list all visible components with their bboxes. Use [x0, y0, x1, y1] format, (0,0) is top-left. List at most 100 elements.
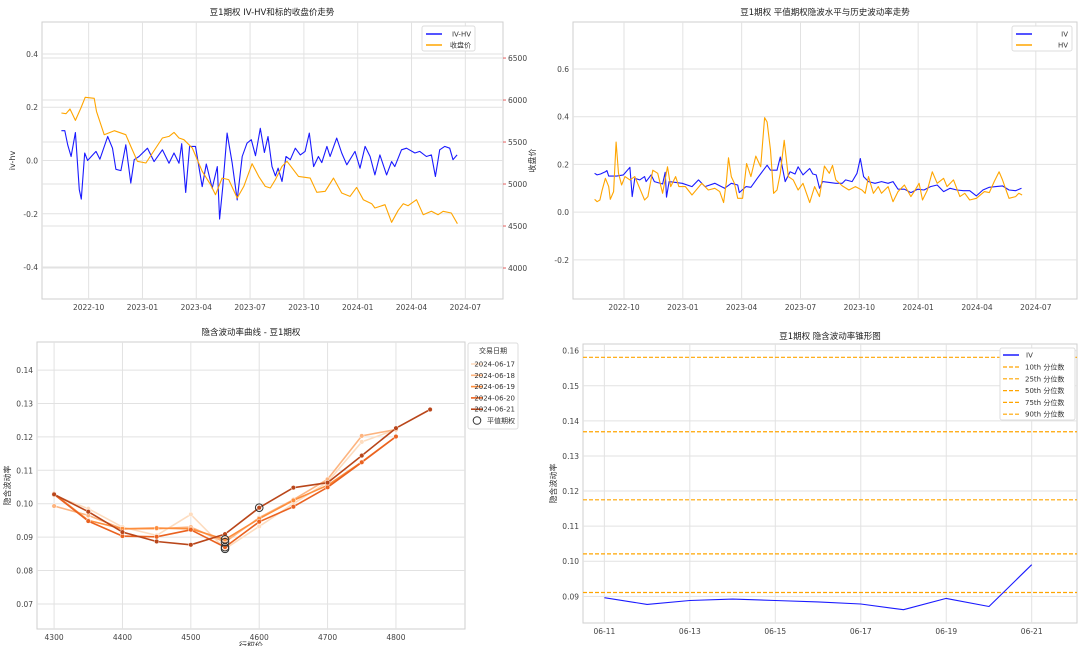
data-point — [427, 406, 433, 413]
x-tick-label: 2022-10 — [608, 303, 640, 312]
data-point — [154, 534, 160, 540]
data-point — [290, 504, 296, 510]
y-tick-label: 0.09 — [562, 592, 579, 601]
y2-tick-label: 6500 — [508, 54, 527, 63]
data-point — [256, 523, 262, 529]
data-point — [325, 484, 331, 490]
y-tick-label: 0.07 — [16, 600, 33, 609]
x-tick-label: 06-17 — [850, 627, 872, 636]
x-tick-label: 4300 — [45, 633, 64, 642]
y2-tick-label: 4500 — [508, 222, 527, 231]
data-point — [188, 527, 194, 533]
data-point — [85, 518, 91, 524]
data-point — [154, 525, 160, 531]
x-tick-label: 2023-04 — [181, 303, 213, 312]
y-axis-label: 隐含波动率 — [2, 466, 12, 506]
y-tick-label: 0.08 — [16, 567, 33, 576]
chart-4: 豆1期权 隐含波动率锥形图 06-11 06-13 06-15 06-17 06-19 06… — [548, 331, 1078, 636]
x-axis-label: 行权价 — [239, 640, 263, 646]
plot-area — [36, 341, 466, 630]
legend-label: 50th 分位数 — [1025, 386, 1064, 395]
y2-tick-label: 4000 — [508, 264, 527, 273]
legend-label: 2024-06-18 — [474, 372, 515, 380]
y2-tick-label: 6000 — [508, 96, 527, 105]
x-tick-label: 06-11 — [593, 627, 615, 636]
y-tick-label: -0.2 — [23, 210, 38, 219]
y-tick-label: 0.11 — [16, 466, 33, 475]
legend-label: 90th 分位数 — [1025, 410, 1064, 419]
y-tick-label: -0.2 — [554, 256, 569, 265]
x-tick-label: 2024-01 — [342, 303, 374, 312]
data-point — [393, 434, 399, 440]
x-tick-label: 2023-07 — [234, 303, 266, 312]
data-point — [359, 433, 365, 439]
y-tick-label: 0.6 — [557, 65, 569, 74]
y2-tick-label: 5500 — [508, 138, 527, 147]
legend-label: IV — [1026, 352, 1033, 360]
chart-3: 隐含波动率曲线 - 豆1期权4300 4400 4500 4600 4700 48000.… — [2, 327, 519, 646]
x-tick-label: 2023-01 — [667, 303, 699, 312]
data-point — [290, 485, 296, 491]
y-tick-label: 0.15 — [562, 382, 579, 391]
data-point — [359, 459, 365, 465]
x-tick-label: 06-15 — [764, 627, 786, 636]
data-point — [51, 491, 57, 497]
legend-label: 75th 分位数 — [1025, 398, 1064, 407]
y-tick-label: 0.12 — [562, 487, 579, 496]
x-tick-label: 2023-01 — [127, 303, 159, 312]
data-point — [256, 505, 262, 511]
data-point — [85, 509, 91, 515]
x-tick-label: 2022-10 — [73, 303, 105, 312]
plot-area — [572, 21, 1078, 300]
legend-label: 2024-06-19 — [474, 383, 515, 391]
y-axis-label: 隐含波动率 — [548, 464, 558, 504]
x-tick-label: 2024-07 — [450, 303, 482, 312]
x-tick-label: 2023-07 — [785, 303, 817, 312]
legend: 交易日期 2024-06-17 2024-06-18 2024-06-19 2024-0… — [467, 342, 519, 430]
legend-label: 10th 分位数 — [1025, 363, 1064, 372]
legend-label: 平值期权 — [487, 416, 515, 425]
data-point — [393, 425, 399, 431]
data-point — [256, 519, 262, 525]
chart-title: 豆1期权 平值期权隐波水平与历史波动率走势 — [740, 7, 910, 18]
data-point — [51, 503, 57, 509]
chart-title: 豆1期权 隐含波动率锥形图 — [779, 331, 881, 342]
x-tick-label: 06-19 — [935, 627, 957, 636]
y-tick-label: 0.13 — [16, 399, 33, 408]
y-tick-label: 0.0 — [26, 157, 38, 166]
y-tick-label: 0.09 — [16, 533, 33, 542]
legend-box — [999, 347, 1076, 421]
legend-label: 2024-06-21 — [474, 406, 515, 414]
chart-2: 豆1期权 平值期权隐波水平与历史波动率走势 2022-10 2023-01 2023-… — [554, 7, 1078, 312]
legend: IV-HV 收盘价 — [421, 25, 476, 52]
y-tick-label: 0.13 — [562, 452, 579, 461]
x-tick-label: 4500 — [181, 633, 200, 642]
x-tick-label: 2023-10 — [288, 303, 320, 312]
data-point — [154, 538, 160, 545]
data-point — [359, 439, 365, 445]
y-tick-label: 0.12 — [16, 433, 33, 442]
chart-title: 豆1期权 IV-HV和标的收盘价走势 — [210, 7, 335, 18]
y-tick-label: -0.4 — [23, 263, 38, 272]
y-tick-label: 0.4 — [557, 113, 569, 122]
y-tick-label: 0.4 — [26, 50, 38, 59]
y-tick-label: 0.10 — [562, 557, 579, 566]
y-tick-label: 0.2 — [26, 103, 38, 112]
legend-label: IV — [1061, 31, 1068, 39]
data-point — [188, 511, 194, 517]
chart-1: 豆1期权 IV-HV和标的收盘价走势 2022-10 2023-01 2023-04 2… — [8, 7, 537, 312]
y-tick-label: 0.0 — [557, 208, 569, 217]
legend-label: IV-HV — [452, 31, 471, 39]
data-point — [359, 453, 365, 459]
y-tick-label: 0.10 — [16, 500, 33, 509]
x-tick-label: 2024-04 — [961, 303, 993, 312]
legend-label: 收盘价 — [450, 41, 471, 50]
legend-label: 2024-06-20 — [474, 394, 515, 402]
data-point — [188, 542, 194, 548]
legend-label: 2024-06-17 — [474, 361, 515, 369]
y-tick-label: 0.14 — [16, 366, 33, 375]
y-tick-label: 0.2 — [557, 160, 569, 169]
x-tick-label: 4400 — [113, 633, 132, 642]
x-tick-label: 2023-10 — [844, 303, 876, 312]
x-tick-label: 4800 — [386, 633, 405, 642]
